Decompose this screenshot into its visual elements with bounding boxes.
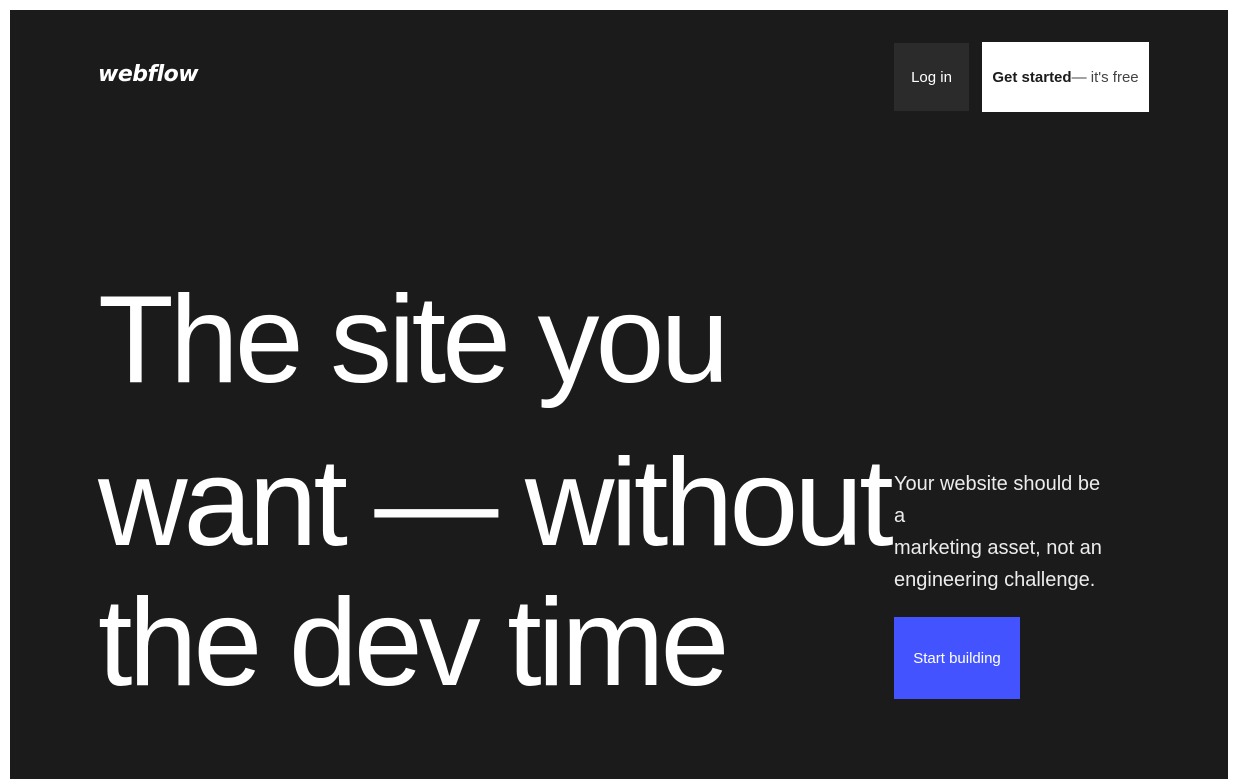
login-button[interactable]: Log in	[894, 43, 969, 111]
get-started-label: Get started	[992, 68, 1072, 86]
get-started-free-label: — it's free	[1071, 68, 1139, 86]
hero-headline-line-2: want — without	[98, 434, 894, 572]
hero-headline-line-3: the dev time	[98, 574, 729, 712]
hero-subtext-line-2: marketing asset, not an	[894, 537, 1102, 559]
hero-subtext-line-3: engineering challenge.	[894, 569, 1096, 591]
get-started-button[interactable]: Get started — it's free	[982, 42, 1149, 112]
hero-subtext: Your website should be a marketing asset…	[894, 468, 1114, 596]
start-building-button[interactable]: Start building	[894, 617, 1020, 699]
landing-page: webflow Log in Get started — it's free T…	[10, 10, 1228, 779]
hero-headline-line-1: The site you	[98, 271, 729, 409]
start-building-label: Start building	[913, 649, 1001, 667]
login-button-label: Log in	[911, 68, 952, 86]
webflow-logo[interactable]: webflow	[98, 62, 199, 87]
hero-subtext-line-1: Your website should be a	[894, 473, 1101, 527]
